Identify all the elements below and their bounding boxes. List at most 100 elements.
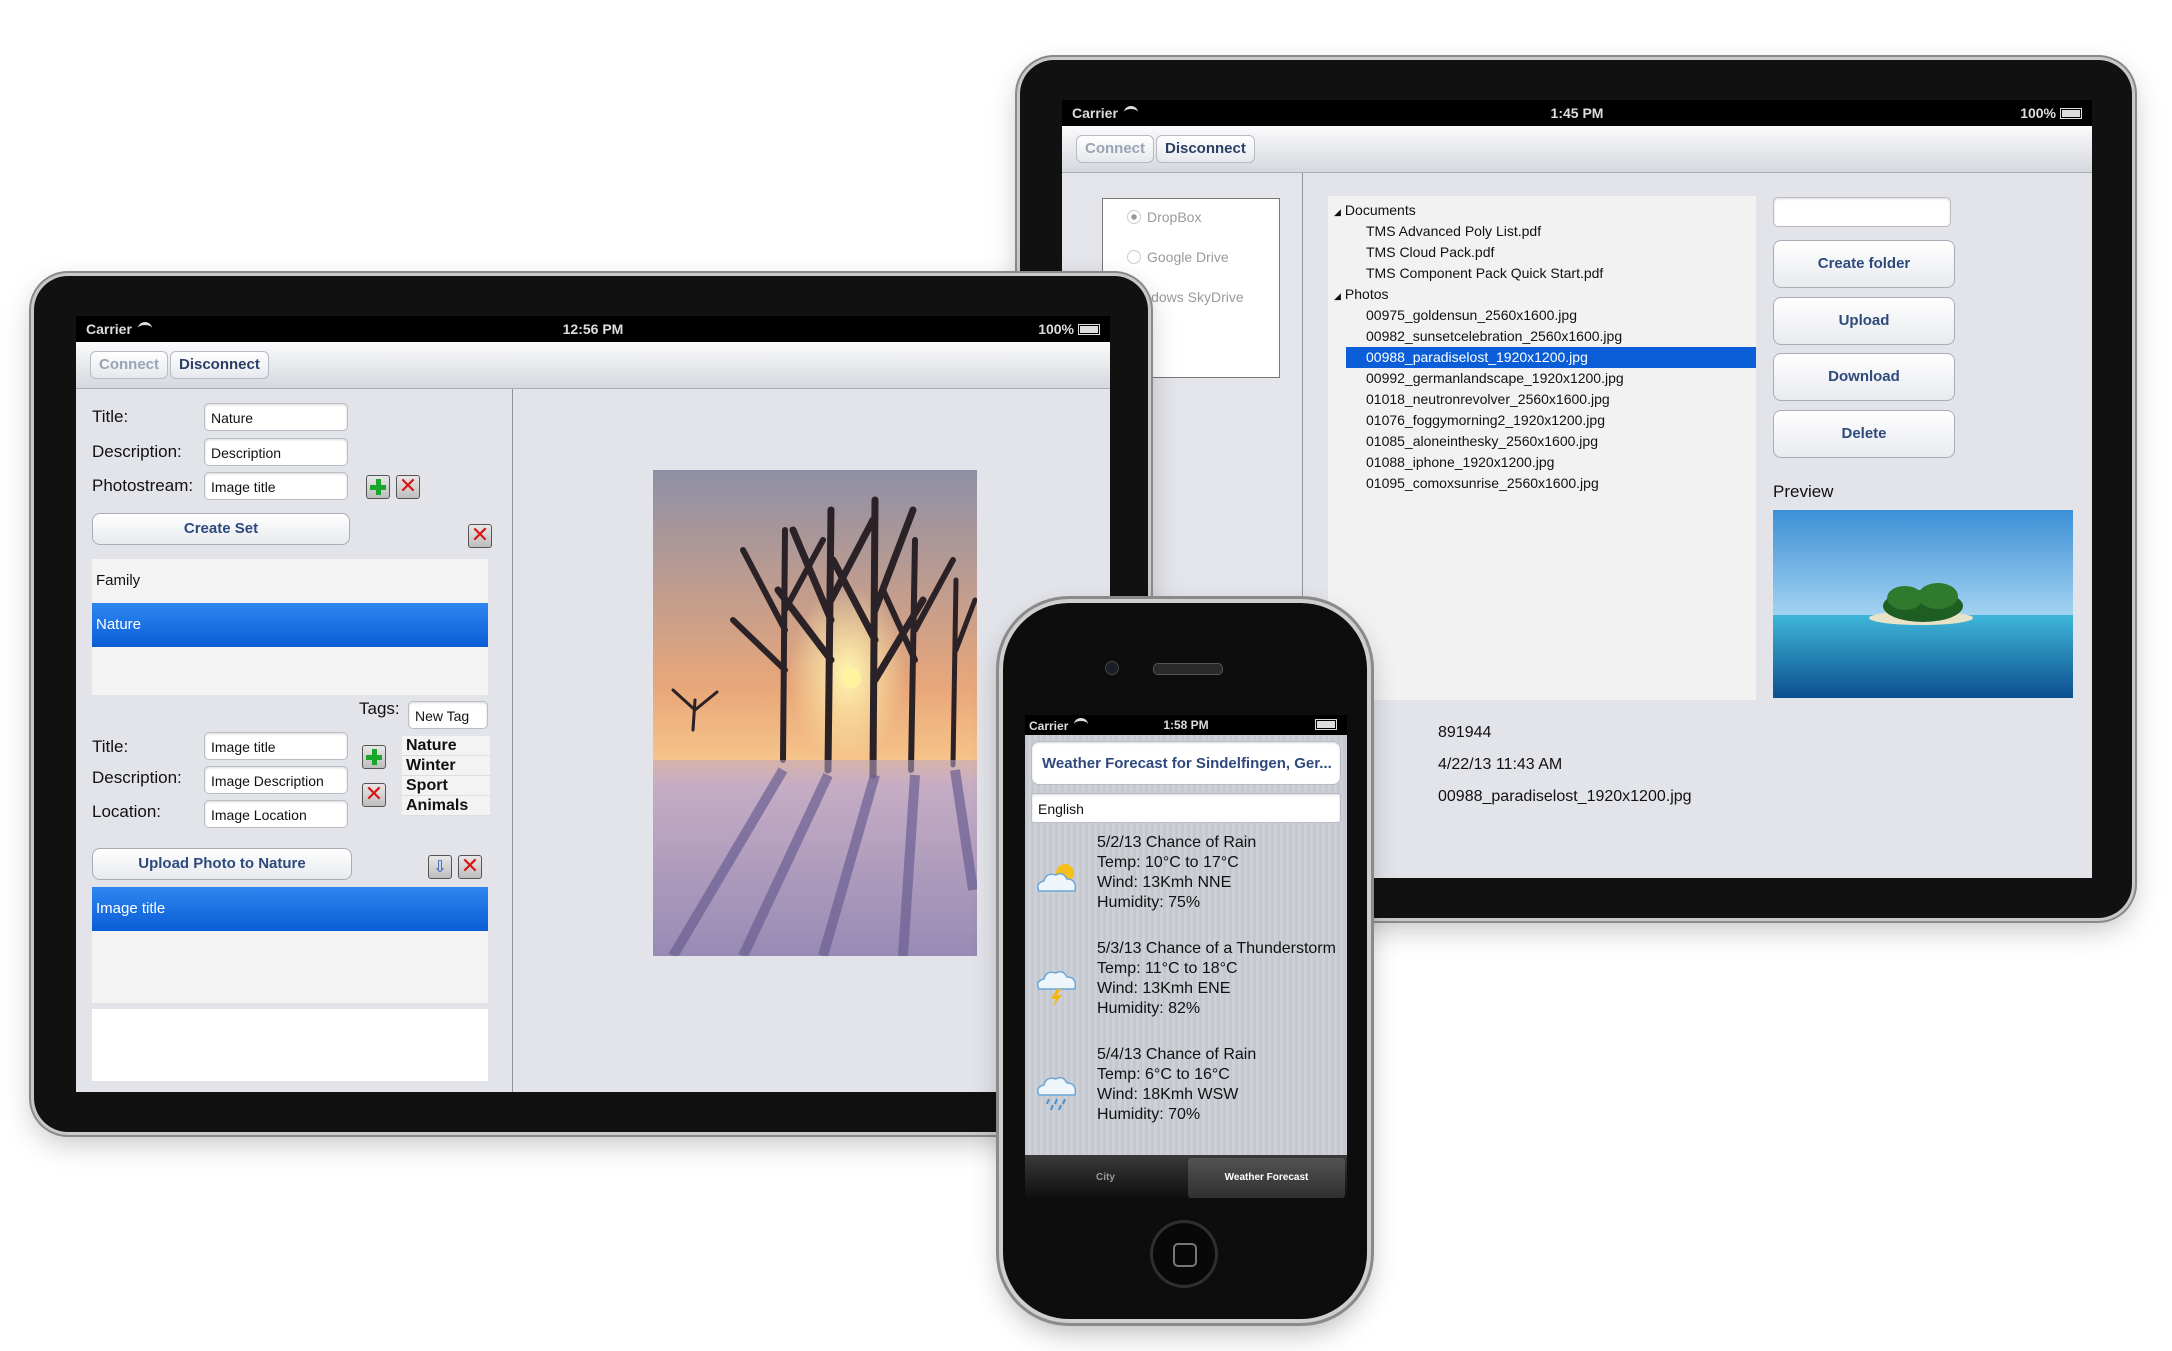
photostream-input[interactable]: Image title: [204, 472, 348, 500]
disconnect-button[interactable]: Disconnect: [170, 351, 269, 379]
tree-node-label: 01095_comoxsunrise_2560x1600.jpg: [1366, 475, 1599, 491]
tree-node-label: 00992_germanlandscape_1920x1200.jpg: [1366, 370, 1624, 386]
tree-file[interactable]: 00988_paradiselost_1920x1200.jpg: [1346, 347, 1756, 368]
battery-icon: [1315, 719, 1337, 730]
tree-file[interactable]: 01085_aloneinthesky_2560x1600.jpg: [1328, 431, 1756, 452]
forecast-item: 5/4/13 Chance of Rain Temp: 6°C to 16°C Wi…: [1025, 1045, 1347, 1155]
expand-triangle-icon[interactable]: ◢: [1334, 292, 1341, 302]
add-icon[interactable]: [366, 475, 390, 499]
service-label: DropBox: [1147, 209, 1202, 225]
set-list[interactable]: Family Nature: [92, 559, 488, 695]
detail-value: 4/22/13 11:43 AM: [1438, 756, 1563, 773]
photo-list-item[interactable]: Image title: [92, 887, 488, 931]
tree-folder[interactable]: ◢ Photos: [1328, 284, 1756, 305]
connect-button[interactable]: Connect: [1076, 135, 1154, 163]
tree-node-label: 01018_neutronrevolver_2560x1600.jpg: [1366, 391, 1610, 407]
language-select[interactable]: English: [1031, 793, 1341, 823]
forecast-text: 5/2/13 Chance of Rain Temp: 10°C to 17°C W…: [1097, 833, 1256, 913]
delete-icon[interactable]: ✕: [396, 475, 420, 499]
set-list-item[interactable]: Family: [92, 559, 488, 603]
tab-weather-forecast[interactable]: Weather Forecast: [1188, 1158, 1345, 1198]
connect-button[interactable]: Connect: [90, 351, 168, 379]
forecast-humidity: Humidity: 70%: [1097, 1106, 1201, 1123]
tree-node-label: Documents: [1344, 202, 1416, 218]
set-list-item[interactable]: Nature: [92, 603, 488, 647]
tags-label: Tags:: [359, 699, 400, 718]
tree-file[interactable]: 00992_germanlandscape_1920x1200.jpg: [1328, 368, 1756, 389]
photo-description-input[interactable]: Image Description: [204, 766, 348, 794]
photo-title-input[interactable]: Image title: [204, 732, 348, 760]
tree-file[interactable]: 00975_goldensun_2560x1600.jpg: [1328, 305, 1756, 326]
location-input[interactable]: Image Location: [204, 800, 348, 828]
expand-triangle-icon[interactable]: ◢: [1334, 208, 1341, 218]
download-button[interactable]: Download: [1773, 353, 1955, 401]
set-list-item[interactable]: [92, 647, 488, 691]
forecast-day: 5/3/13 Chance of a Thunderstorm: [1097, 940, 1336, 957]
tree-node-label: 00988_paradiselost_1920x1200.jpg: [1366, 349, 1588, 365]
tab-city[interactable]: City: [1027, 1158, 1184, 1198]
radio-button-icon[interactable]: [1127, 210, 1141, 224]
download-arrow-icon[interactable]: ⇩: [428, 855, 452, 879]
tree-file[interactable]: 01095_comoxsunrise_2560x1600.jpg: [1328, 473, 1756, 494]
create-folder-button[interactable]: Create folder: [1773, 240, 1955, 288]
thunderstorm-icon: [1033, 967, 1083, 1007]
location-label: Location:: [92, 802, 161, 821]
delete-set-icon[interactable]: ✕: [468, 524, 492, 548]
battery-icon: [2060, 108, 2082, 119]
add-tag-icon[interactable]: [362, 745, 386, 769]
new-tag-input[interactable]: New Tag: [408, 701, 488, 729]
forecast-temp: Temp: 6°C to 16°C: [1097, 1066, 1230, 1083]
title-label: Title:: [92, 407, 129, 426]
detail-value: 891944: [1438, 724, 1492, 741]
tree-node-label: 01088_iphone_1920x1200.jpg: [1366, 454, 1555, 470]
iphone-weather: Carrier 1:58 PM Weather Forecast for Sin…: [1003, 603, 1367, 1319]
delete-button[interactable]: Delete: [1773, 410, 1955, 458]
clock-label: 12:56 PM: [562, 321, 624, 337]
delete-photo-icon[interactable]: ✕: [458, 855, 482, 879]
tree-node-label: 00982_sunsetcelebration_2560x1600.jpg: [1366, 328, 1623, 344]
tab-label: City: [1096, 1172, 1115, 1183]
folder-name-input[interactable]: [1773, 197, 1951, 227]
forecast-wind: Wind: 13Kmh NNE: [1097, 874, 1232, 891]
tag-item[interactable]: Sport: [402, 776, 490, 796]
tree-file[interactable]: TMS Cloud Pack.pdf: [1328, 242, 1756, 263]
tab-bar: City Weather Forecast: [1025, 1155, 1347, 1201]
tree-file[interactable]: 01018_neutronrevolver_2560x1600.jpg: [1328, 389, 1756, 410]
home-button[interactable]: [1150, 1220, 1218, 1288]
rain-cloud-icon: [1033, 1073, 1083, 1111]
photo-list-item[interactable]: [92, 931, 488, 975]
photo-list[interactable]: Image title: [92, 887, 488, 1003]
tree-node-label: 01076_foggymorning2_1920x1200.jpg: [1366, 412, 1605, 428]
tree-file[interactable]: 01088_iphone_1920x1200.jpg: [1328, 452, 1756, 473]
battery-icon: [1078, 324, 1100, 335]
set-title-input[interactable]: Nature: [204, 403, 348, 431]
radio-button-icon[interactable]: [1127, 250, 1141, 264]
winter-sunset-photo: [653, 470, 977, 956]
disconnect-button[interactable]: Disconnect: [1156, 135, 1255, 163]
tree-file[interactable]: 01076_foggymorning2_1920x1200.jpg: [1328, 410, 1756, 431]
battery-indicator: [1311, 718, 1337, 732]
photo-title-label: Title:: [92, 737, 129, 756]
create-set-button[interactable]: Create Set: [92, 513, 350, 545]
service-radio[interactable]: DropBox: [1103, 209, 1201, 231]
set-description-input[interactable]: Description: [204, 438, 348, 466]
service-radio[interactable]: Google Drive: [1103, 249, 1229, 271]
forecast-day: 5/4/13 Chance of Rain: [1097, 1046, 1257, 1063]
tree-node-label: Photos: [1344, 286, 1389, 302]
tree-file[interactable]: 00982_sunsetcelebration_2560x1600.jpg: [1328, 326, 1756, 347]
delete-tag-icon[interactable]: ✕: [362, 783, 386, 807]
upload-button[interactable]: Upload: [1773, 297, 1955, 345]
tree-folder[interactable]: ◢ Documents: [1328, 200, 1756, 221]
home-button-square-icon: [1173, 1243, 1197, 1267]
tree-file[interactable]: TMS Component Pack Quick Start.pdf: [1328, 263, 1756, 284]
upload-photo-button[interactable]: Upload Photo to Nature: [92, 848, 352, 880]
tag-item[interactable]: Animals: [402, 796, 490, 816]
tag-list[interactable]: Nature Winter Sport Animals: [402, 736, 490, 816]
tag-item[interactable]: Nature: [402, 736, 490, 756]
iphone-screen: Carrier 1:58 PM Weather Forecast for Sin…: [1025, 715, 1347, 1201]
tag-item[interactable]: Winter: [402, 756, 490, 776]
file-tree[interactable]: ◢ Documents TMS Advanced Poly List.pdf TMS …: [1328, 196, 1756, 700]
forecast-text: 5/3/13 Chance of a Thunderstorm Temp: 11°…: [1097, 939, 1336, 1019]
tree-file[interactable]: TMS Advanced Poly List.pdf: [1328, 221, 1756, 242]
photostream-label: Photostream:: [92, 476, 194, 495]
